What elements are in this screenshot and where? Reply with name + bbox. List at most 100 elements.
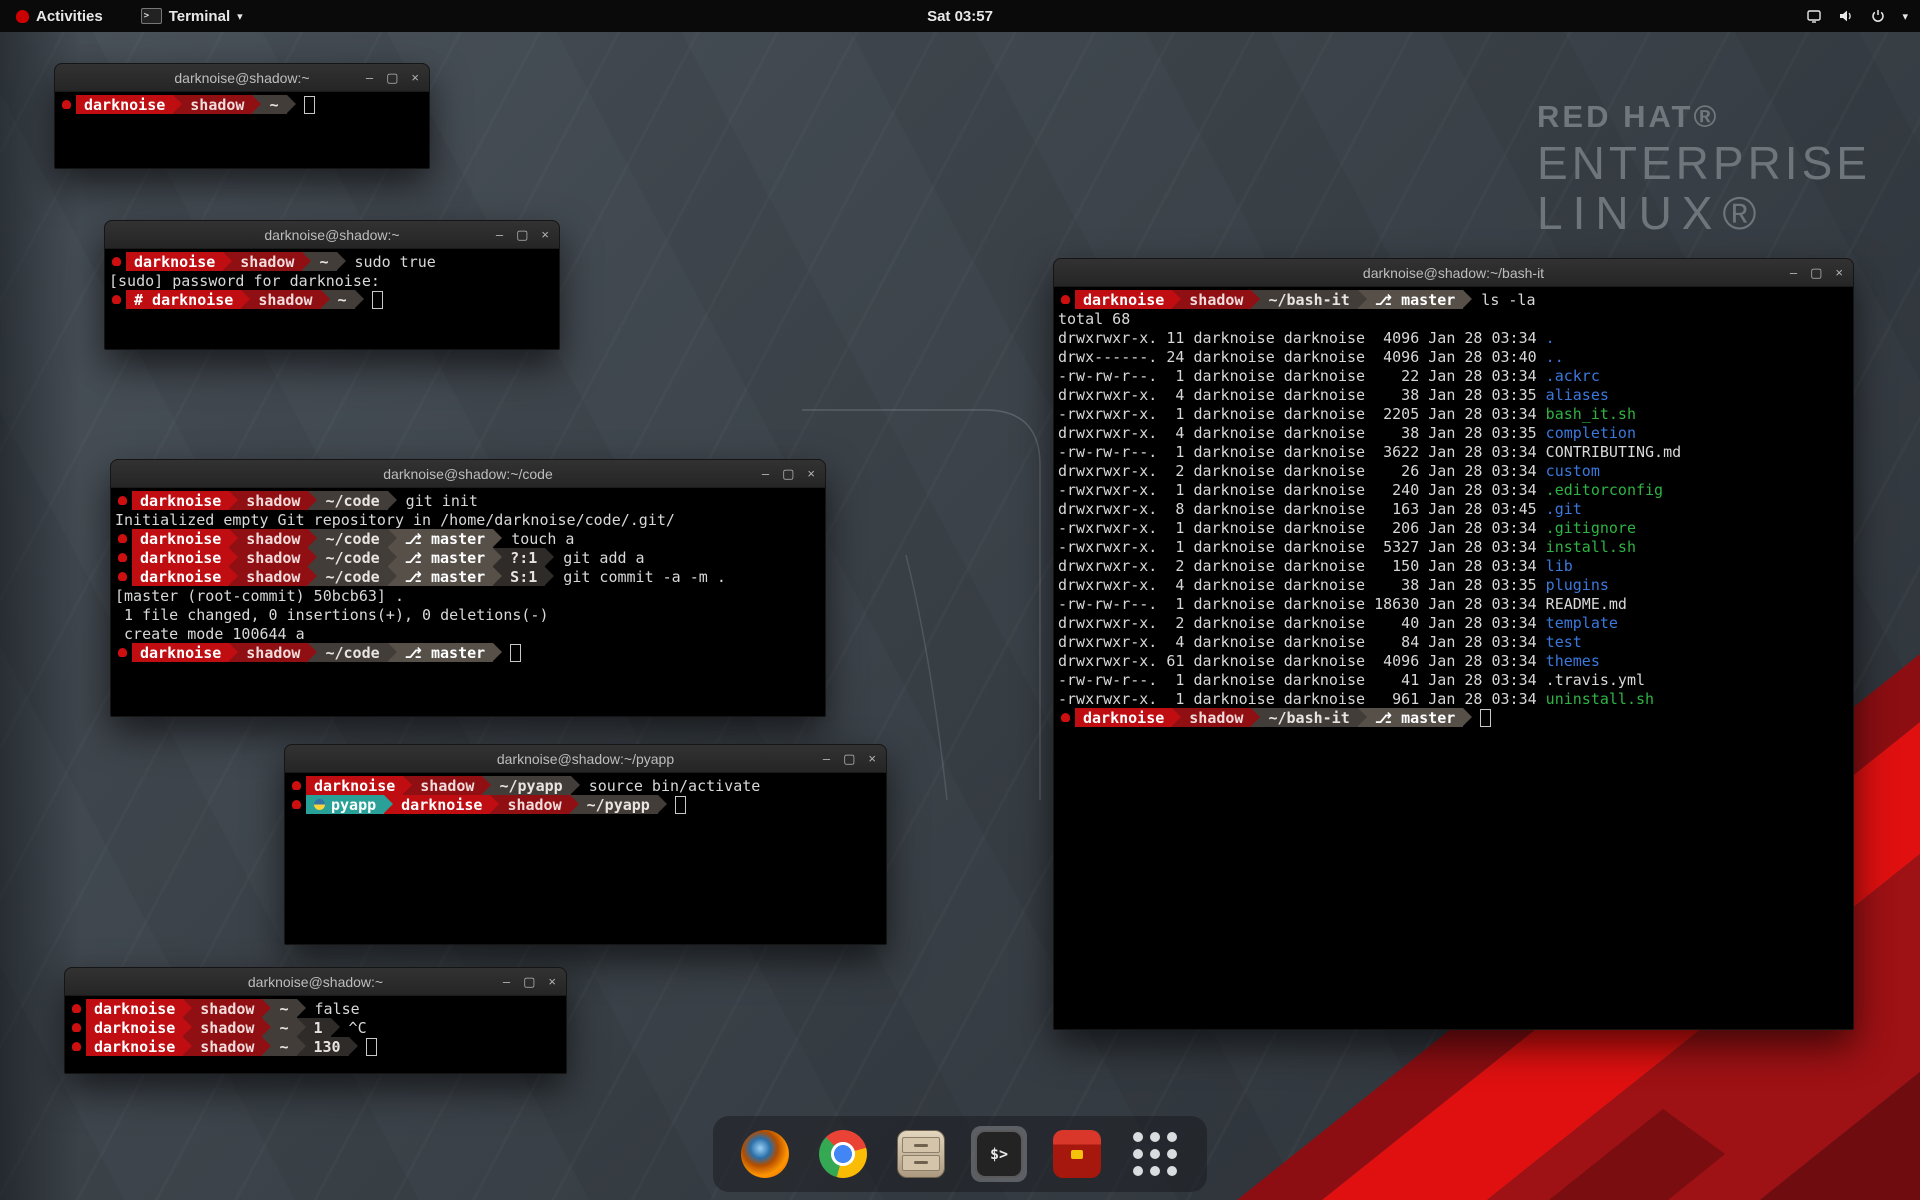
file-name: CONTRIBUTING.md [1546, 443, 1681, 461]
terminal-window: darknoise@shadow:~/code – ▢ × darknoises… [110, 459, 826, 717]
volume-icon[interactable] [1838, 8, 1854, 24]
minimize-button[interactable]: – [496, 221, 503, 248]
close-button[interactable]: × [868, 745, 876, 772]
prompt-segment-path: ~ [261, 95, 286, 114]
close-button[interactable]: × [548, 968, 556, 995]
powerline-arrow-shape [388, 643, 397, 661]
close-button[interactable]: × [807, 460, 815, 487]
powerline-arrow-shape [493, 567, 502, 585]
desktop: RED HAT® ENTERPRISE LINUX® Activities > … [0, 0, 1920, 1200]
redhat-prompt-icon [118, 553, 127, 562]
maximize-button[interactable]: ▢ [782, 460, 794, 487]
dock-item-toolbox[interactable] [1049, 1126, 1105, 1182]
file-name: completion [1546, 424, 1636, 442]
powerline-arrow-icon [308, 643, 317, 662]
powerline-arrow-icon [388, 643, 397, 662]
file-name: aliases [1546, 386, 1609, 404]
terminal-body[interactable]: darknoiseshadow~ falsedarknoiseshadow~1 … [65, 996, 566, 1059]
powerline-arrow-shape [388, 529, 397, 547]
output-text: -rw-rw-r--. 1 darknoise darknoise 22 Jan… [1058, 367, 1546, 385]
redhat-prompt-icon [72, 1023, 81, 1032]
terminal-body[interactable]: darknoiseshadow~ sudo true[sudo] passwor… [105, 249, 559, 312]
powerline-arrow-icon [493, 529, 502, 548]
output-text: total 68 [1058, 310, 1130, 328]
window-titlebar[interactable]: darknoise@shadow:~/code – ▢ × [111, 460, 825, 488]
powerline-arrow-shape [490, 795, 499, 813]
prompt-segment-path: ~ [271, 1018, 296, 1037]
powerline-arrow-shape [183, 1037, 192, 1055]
maximize-button[interactable]: ▢ [386, 64, 398, 91]
minimize-button[interactable]: – [762, 460, 769, 487]
command-text: ls -la [1472, 291, 1535, 309]
prompt-segment-host: shadow [1181, 708, 1251, 727]
terminal-window: darknoise@shadow:~ – ▢ × darknoiseshadow… [104, 220, 560, 350]
redhat-prompt-icon [112, 257, 121, 266]
redhat-prompt-icon [118, 572, 127, 581]
terminal-body[interactable]: darknoiseshadow~ [55, 92, 429, 117]
terminal-line: -rwxrwxr-x. 1 darknoise darknoise 206 Ja… [1058, 518, 1849, 537]
dock-item-firefox[interactable] [737, 1126, 793, 1182]
powerline-arrow-icon [570, 795, 579, 814]
output-text: [sudo] password for darknoise: [109, 272, 380, 290]
close-button[interactable]: × [541, 221, 549, 248]
prompt-segment-host: shadow [238, 491, 308, 510]
dock-item-chrome[interactable] [815, 1126, 871, 1182]
prompt-segment-host: shadow [250, 290, 320, 309]
powerline-arrow-shape [349, 1037, 358, 1055]
terminal-body[interactable]: darknoiseshadow~/pyapp source bin/activa… [285, 773, 886, 817]
powerline-arrow-shape [1172, 708, 1181, 726]
prompt-segment-path: ~ [330, 290, 355, 309]
terminal-body[interactable]: darknoiseshadow~/code git initInitialize… [111, 488, 825, 665]
terminal-cursor [366, 1038, 377, 1056]
window-titlebar[interactable]: darknoise@shadow:~/bash-it – ▢ × [1054, 259, 1853, 287]
powerline-arrow-shape [302, 252, 311, 270]
maximize-button[interactable]: ▢ [523, 968, 535, 995]
powerline-arrow-icon [229, 643, 238, 662]
powerline-arrow-shape [229, 643, 238, 661]
output-text: drwx------. 24 darknoise darknoise 4096 … [1058, 348, 1546, 366]
terminal-line: [sudo] password for darknoise: [109, 271, 555, 290]
powerline-arrow-icon [1172, 290, 1181, 309]
prompt-segment-gitx: S:1 [502, 567, 545, 586]
window-titlebar[interactable]: darknoise@shadow:~ – ▢ × [105, 221, 559, 249]
powerline-arrow-shape [355, 290, 364, 308]
minimize-button[interactable]: – [366, 64, 373, 91]
power-icon[interactable] [1870, 8, 1886, 24]
powerline-arrow-shape [388, 491, 397, 509]
prompt-segment-host: shadow [238, 643, 308, 662]
dock-item-files[interactable] [893, 1126, 949, 1182]
minimize-button[interactable]: – [503, 968, 510, 995]
output-text: -rwxrwxr-x. 1 darknoise darknoise 5327 J… [1058, 538, 1546, 556]
terminal-cursor [675, 796, 686, 814]
file-name: .. [1546, 348, 1564, 366]
close-button[interactable]: × [411, 64, 419, 91]
window-titlebar[interactable]: darknoise@shadow:~ – ▢ × [55, 64, 429, 92]
powerline-arrow-shape [1251, 290, 1260, 308]
minimize-button[interactable]: – [823, 745, 830, 772]
maximize-button[interactable]: ▢ [843, 745, 855, 772]
terminal-line: drwxrwxr-x. 4 darknoise darknoise 38 Jan… [1058, 385, 1849, 404]
minimize-button[interactable]: – [1790, 259, 1797, 286]
output-text: -rwxrwxr-x. 1 darknoise darknoise 961 Ja… [1058, 690, 1546, 708]
maximize-button[interactable]: ▢ [516, 221, 528, 248]
terminal-line: pyappdarknoiseshadow~/pyapp [289, 795, 882, 814]
terminal-line: -rw-rw-r--. 1 darknoise darknoise 22 Jan… [1058, 366, 1849, 385]
dock-item-terminal[interactable]: $> [971, 1126, 1027, 1182]
powerline-arrow-shape [262, 1037, 271, 1055]
prompt-segment-git: ⎇ master [1367, 290, 1464, 309]
terminal-body[interactable]: darknoiseshadow~/bash-it⎇ master ls -lat… [1054, 287, 1853, 730]
close-button[interactable]: × [1835, 259, 1843, 286]
dock-item-app-grid[interactable] [1127, 1126, 1183, 1182]
file-name: .git [1546, 500, 1582, 518]
powerline-arrow-icon [183, 1037, 192, 1056]
prompt-segment-git: ⎇ master [397, 643, 494, 662]
redhat-prompt-icon [118, 534, 127, 543]
chevron-down-icon[interactable]: ▾ [1902, 10, 1908, 23]
clock[interactable]: Sat 03:57 [0, 8, 1920, 25]
window-titlebar[interactable]: darknoise@shadow:~/pyapp – ▢ × [285, 745, 886, 773]
powerline-arrow-icon [1463, 290, 1472, 309]
powerline-arrow-shape [1358, 290, 1367, 308]
display-icon[interactable] [1806, 8, 1822, 24]
maximize-button[interactable]: ▢ [1810, 259, 1822, 286]
window-titlebar[interactable]: darknoise@shadow:~ – ▢ × [65, 968, 566, 996]
